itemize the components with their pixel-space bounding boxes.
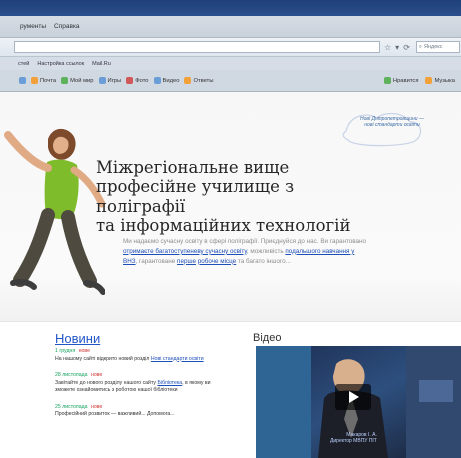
music-icon <box>425 77 433 84</box>
intro-text-part-3: можливість <box>250 247 284 255</box>
news-badge: нове <box>91 403 103 410</box>
address-actions: ☆ ▾ ⟳ <box>384 43 410 52</box>
toolbar-answers[interactable]: Ответы <box>184 77 214 84</box>
bookmarks-bar: стей Настройка ссылок Mail.Ru <box>0 56 461 70</box>
news-section: Новини 1 грудня нове На нашому сайті від… <box>55 330 217 428</box>
address-bar: ☆ ▾ ⟳ ⌕ Яндекс <box>0 38 461 56</box>
menu-bar: рументы Справка <box>0 16 461 38</box>
toolbar-music[interactable]: Музыка <box>425 77 455 84</box>
job-link[interactable]: робоче місце <box>198 258 236 265</box>
intro-text-part-1: Ми надаємо сучасну освіту в сфері полігр… <box>123 238 319 245</box>
toolbar-like[interactable]: Нравится <box>383 77 419 84</box>
bookmark-item-1[interactable]: стей <box>18 61 29 67</box>
education-link[interactable]: отримаєте багатоступеневу сучасну освіту <box>123 248 247 255</box>
play-button[interactable] <box>335 384 371 410</box>
first-link[interactable]: перше <box>177 258 196 265</box>
news-item-3: 25 листопада нове Професійний розвиток —… <box>55 404 217 419</box>
mail-toolbar: Почта Мой мир Игры Фото Видео Ответы Нра… <box>0 70 461 92</box>
video-icon <box>153 77 161 84</box>
toolbar-photos[interactable]: Фото <box>126 77 149 84</box>
toolbar-music-label: Музыка <box>434 77 455 84</box>
toolbar-mail[interactable]: Почта <box>31 77 56 84</box>
hero-section: Нові Дніпропетровщини — нові стандарти о… <box>0 92 461 322</box>
toolbar-like-label: Нравится <box>392 77 419 84</box>
toolbar-world[interactable]: Мой мир <box>61 77 94 84</box>
news-badge: нове <box>91 372 103 379</box>
intro-text: Ми надаємо сучасну освіту в сфері полігр… <box>123 238 366 265</box>
logo-shape <box>342 112 422 147</box>
page-title-line-1: Міжрегіональне вище <box>96 158 290 177</box>
address-input[interactable] <box>14 41 380 53</box>
intro-text-part-4: , гарантоване <box>135 257 176 265</box>
games-icon <box>98 77 106 84</box>
video-heading: Відео <box>253 332 282 344</box>
toolbar-mail-label: Почта <box>40 77 57 84</box>
toolbar-world-label: Мой мир <box>70 77 94 84</box>
toolbar-games-label: Игры <box>107 77 122 84</box>
intro-text-part-2: Ви гарантовано <box>320 238 366 245</box>
home-icon <box>19 77 26 84</box>
news-text: Професійний розвиток — важливий... Допом… <box>55 411 175 418</box>
news-badge: нове <box>78 348 90 354</box>
dropdown-icon[interactable]: ▾ <box>395 43 399 52</box>
bookmark-item-3[interactable]: Mail.Ru <box>92 61 111 67</box>
toolbar-games[interactable]: Игры <box>98 77 122 84</box>
video-caption-line-2: Директор МВПУ ПІТ <box>330 438 377 444</box>
bookmark-item-2[interactable]: Настройка ссылок <box>37 61 84 67</box>
star-icon[interactable]: ☆ <box>384 43 391 52</box>
logo-text: Нові Дніпропетровщини — нові стандарти о… <box>360 116 424 128</box>
toolbar-video[interactable]: Видео <box>153 77 180 84</box>
page-title-line-2: професійне училище з поліграфії <box>96 177 295 216</box>
news-date: 25 листопада <box>55 403 88 410</box>
search-icon: ⌕ <box>418 43 422 50</box>
search-label: Яндекс <box>423 44 443 50</box>
library-link[interactable]: Бібліотека <box>157 380 182 386</box>
toolbar-photos-label: Фото <box>135 77 149 84</box>
page-title-line-3: та інформаційних технологій <box>96 216 351 236</box>
search-box[interactable]: ⌕ Яндекс <box>415 41 460 53</box>
news-heading-link[interactable]: Новини <box>55 331 100 346</box>
answers-icon <box>184 77 192 84</box>
window-titlebar <box>0 0 461 16</box>
play-icon <box>348 391 359 403</box>
news-text: Завітайте до нового розділу нашого сайту <box>55 379 156 386</box>
toolbar-icon-group[interactable] <box>19 77 26 84</box>
menu-help[interactable]: Справка <box>54 23 80 30</box>
news-date: 28 листопада <box>55 372 88 379</box>
mail-icon <box>31 77 38 84</box>
student-image <box>4 128 105 295</box>
like-icon <box>383 77 391 84</box>
news-text: На нашому сайті відкрито новий розділ <box>55 355 150 362</box>
toolbar-answers-label: Ответы <box>193 77 214 84</box>
menu-tools[interactable]: рументы <box>20 23 46 30</box>
news-item-2: 28 листопада нове Завітайте до нового ро… <box>55 372 217 395</box>
news-date: 1 грудня <box>55 348 76 354</box>
web-page: Нові Дніпропетровщини — нові стандарти о… <box>0 92 461 458</box>
news-item-1: 1 грудня нове На нашому сайті відкрито н… <box>55 348 217 363</box>
video-caption: Макаров І. А. Директор МВПУ ПІТ <box>330 432 377 444</box>
page-title: Міжрегіональне вище професійне училище з… <box>96 158 366 236</box>
refresh-icon[interactable]: ⟳ <box>403 43 410 52</box>
intro-text-part-5: та багато іншого... <box>237 257 291 265</box>
photo-icon <box>126 77 134 84</box>
world-icon <box>61 77 69 84</box>
news-link[interactable]: Нові стандарти освіти <box>151 356 204 362</box>
toolbar-video-label: Видео <box>162 77 180 84</box>
